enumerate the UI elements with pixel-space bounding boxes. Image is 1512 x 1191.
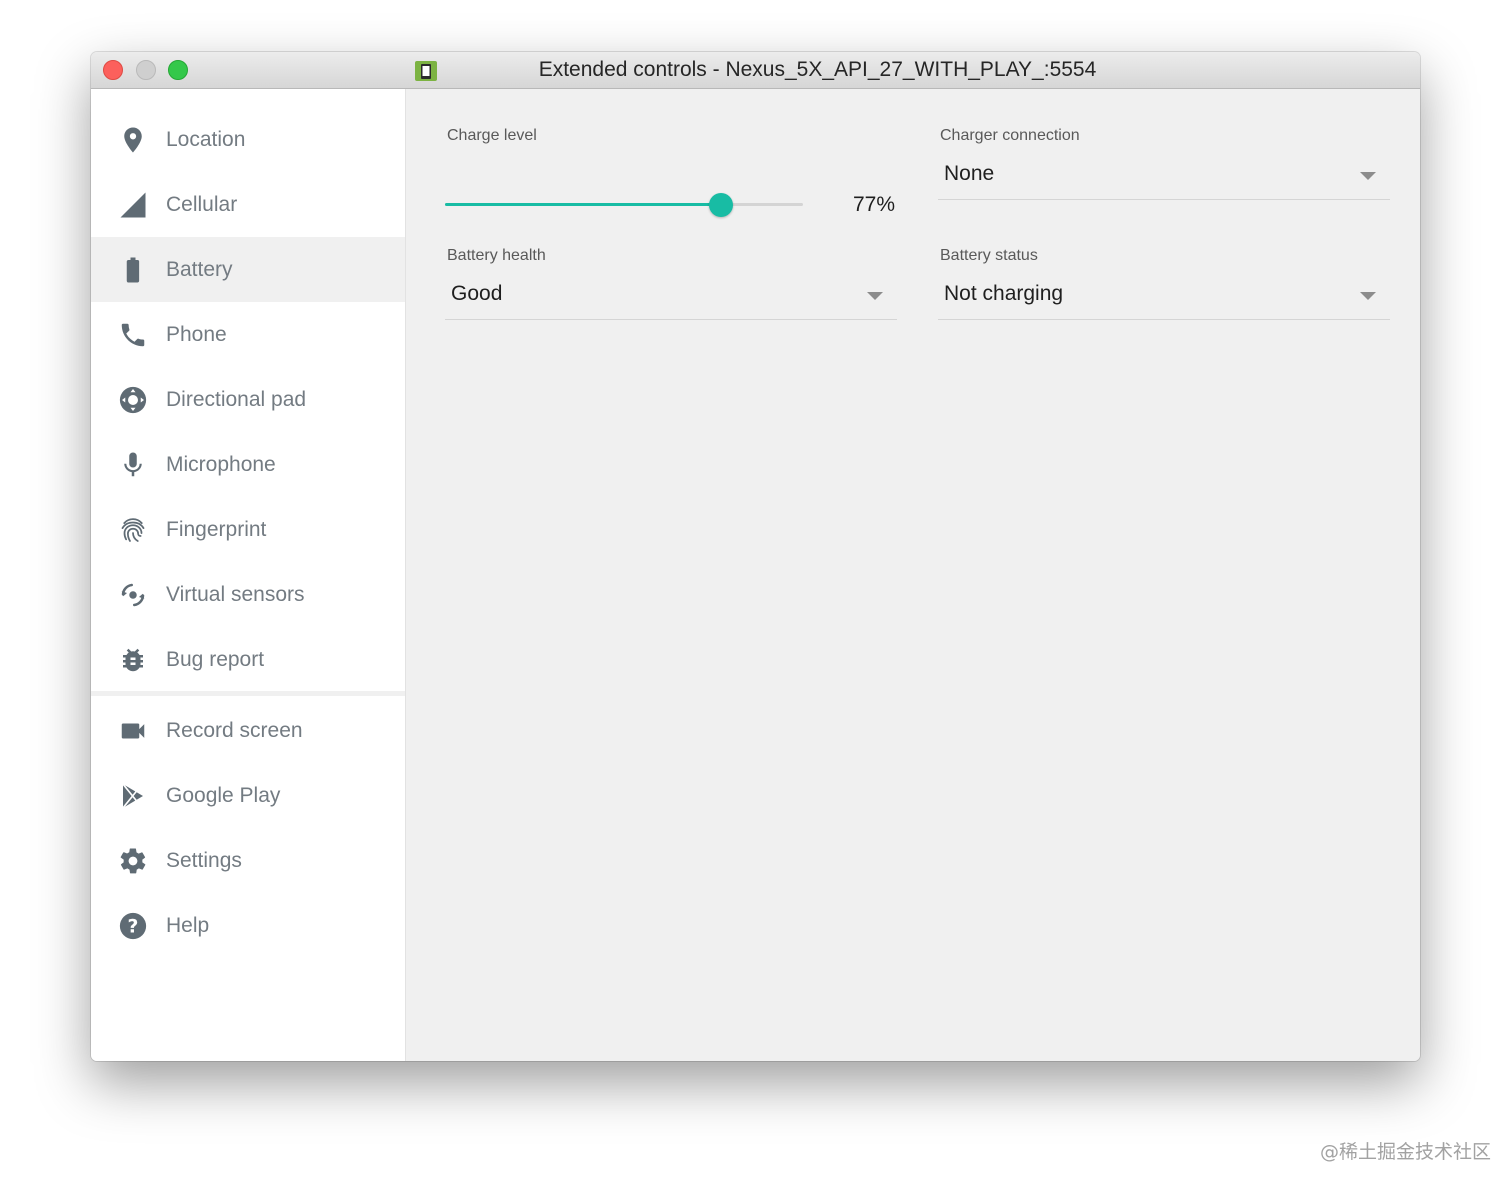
chevron-down-icon [1360, 292, 1376, 300]
sidebar-item-label: Cellular [166, 192, 238, 216]
chevron-down-icon [1360, 172, 1376, 180]
battery-health-dropdown[interactable]: Good [445, 271, 897, 320]
watermark-text: @稀土掘金技术社区 [1320, 1141, 1492, 1163]
sidebar-item-battery[interactable]: Battery [91, 237, 405, 302]
battery-status-dropdown[interactable]: Not charging [938, 271, 1390, 320]
sidebar-item-label: Directional pad [166, 387, 307, 411]
sidebar-item-microphone[interactable]: Microphone [91, 432, 405, 497]
microphone-icon [118, 450, 148, 480]
battery-health-value: Good [451, 282, 503, 305]
sidebar-item-phone[interactable]: Phone [91, 302, 405, 367]
extended-controls-window: Extended controls - Nexus_5X_API_27_WITH… [91, 52, 1420, 1061]
charge-level-slider[interactable] [445, 193, 803, 217]
nav-group-secondary: Record screen Google Play Settings ? Hel… [91, 698, 405, 958]
virtual-sensors-icon [118, 580, 148, 610]
title-bar: Extended controls - Nexus_5X_API_27_WITH… [91, 52, 1420, 89]
sidebar-item-label: Fingerprint [166, 517, 267, 541]
sidebar-item-google-play[interactable]: Google Play [91, 763, 405, 828]
sidebar-item-label: Record screen [166, 718, 303, 742]
charge-level-label: Charge level [447, 127, 537, 144]
sidebar-item-label: Phone [166, 322, 227, 346]
sidebar-item-bug-report[interactable]: Bug report [91, 627, 405, 692]
slider-fill [445, 203, 721, 206]
bug-icon [118, 645, 148, 675]
slider-thumb[interactable] [708, 193, 733, 217]
sidebar-divider [91, 691, 405, 696]
sidebar-item-cellular[interactable]: Cellular [91, 172, 405, 237]
sidebar-item-help[interactable]: ? Help [91, 893, 405, 958]
battery-health-label: Battery health [447, 247, 546, 264]
sidebar-item-fingerprint[interactable]: Fingerprint [91, 497, 405, 562]
sidebar-item-label: Battery [166, 257, 233, 281]
sidebar-item-settings[interactable]: Settings [91, 828, 405, 893]
directional-pad-icon [118, 385, 148, 415]
google-play-icon [118, 781, 148, 811]
battery-status-value: Not charging [944, 282, 1064, 305]
sidebar-item-label: Google Play [166, 783, 281, 807]
battery-status-label: Battery status [940, 247, 1038, 264]
battery-panel: Charge level 77% Charger connection None… [406, 89, 1420, 1061]
sidebar-nav: Location Cellular Battery Phone Directio… [91, 89, 406, 1061]
sidebar-item-label: Help [166, 913, 210, 937]
gear-icon [118, 846, 148, 876]
phone-icon [118, 320, 148, 350]
window-title: Extended controls - Nexus_5X_API_27_WITH… [91, 52, 1420, 88]
emulator-app-icon [414, 60, 437, 81]
window-title-text: Extended controls - Nexus_5X_API_27_WITH… [538, 58, 1097, 81]
charge-level-value: 77% [853, 193, 896, 216]
sidebar-item-label: Settings [166, 848, 242, 872]
sidebar-item-record-screen[interactable]: Record screen [91, 698, 405, 763]
sidebar-item-location[interactable]: Location [91, 107, 405, 172]
location-pin-icon [118, 125, 148, 155]
sidebar-item-virtual-sensors[interactable]: Virtual sensors [91, 562, 405, 627]
svg-text:?: ? [128, 916, 139, 937]
help-icon: ? [118, 911, 148, 941]
charger-connection-dropdown[interactable]: None [938, 151, 1390, 200]
sidebar-item-directional-pad[interactable]: Directional pad [91, 367, 405, 432]
sidebar-item-label: Location [166, 127, 246, 151]
sidebar-item-label: Bug report [166, 647, 265, 671]
chevron-down-icon [867, 292, 883, 300]
nav-group-primary: Location Cellular Battery Phone Directio… [91, 107, 405, 692]
cellular-signal-icon [118, 190, 148, 220]
sidebar-item-label: Virtual sensors [166, 582, 305, 606]
video-camera-icon [118, 716, 148, 746]
sidebar-item-label: Microphone [166, 452, 276, 476]
battery-icon [118, 255, 148, 285]
charger-connection-value: None [944, 162, 995, 185]
charger-connection-label: Charger connection [940, 127, 1080, 144]
fingerprint-icon [118, 515, 148, 545]
